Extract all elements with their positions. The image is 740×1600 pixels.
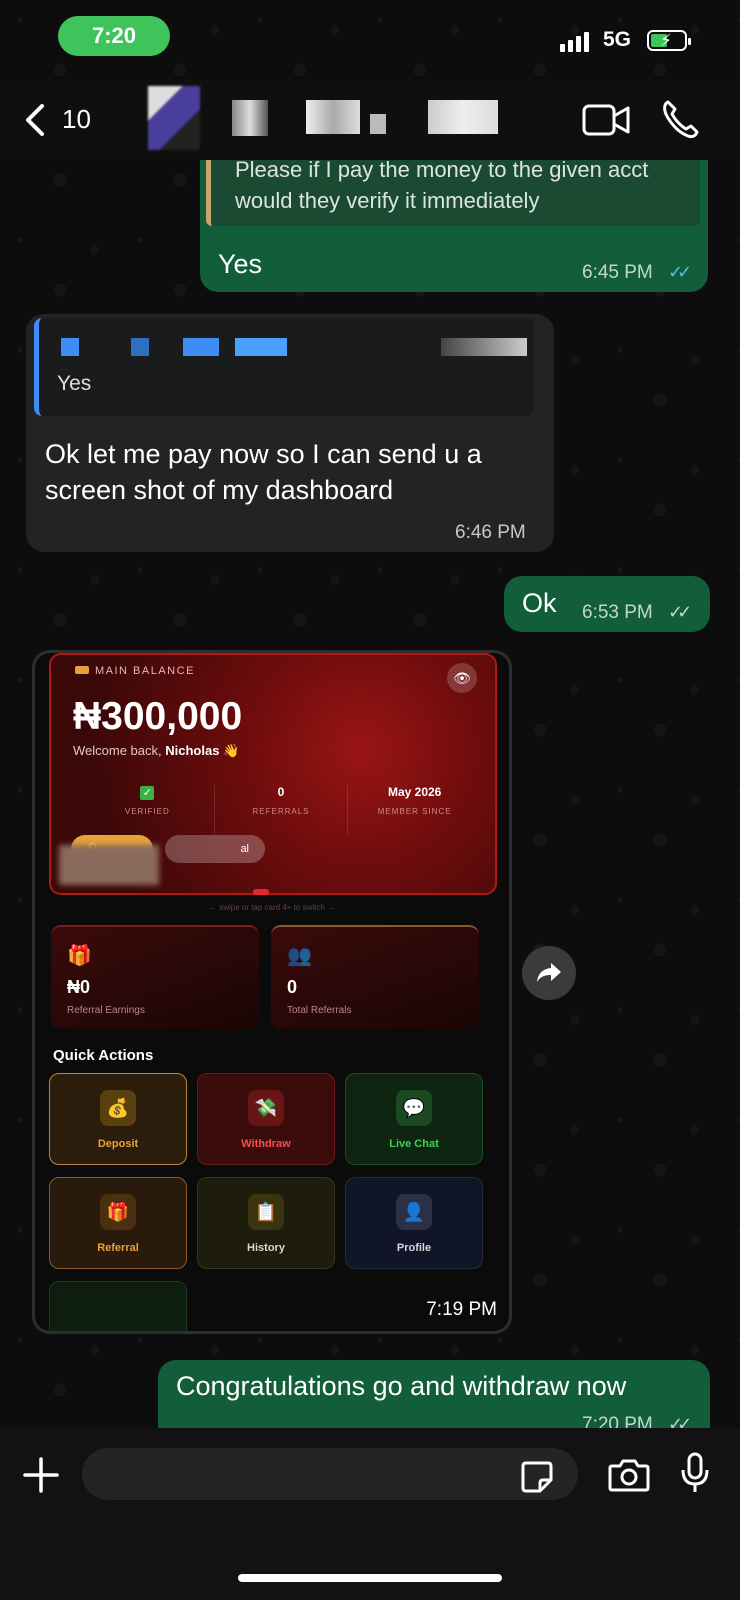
- microphone-icon[interactable]: [680, 1452, 710, 1494]
- stat-referrals: 0 REFERRALS: [215, 785, 349, 835]
- redacted-phone: [441, 338, 527, 356]
- plus-icon[interactable]: [22, 1456, 60, 1494]
- redacted-area: [59, 845, 159, 885]
- redacted-name[interactable]: [370, 114, 386, 134]
- message-text: Congratulations go and withdraw now: [176, 1371, 627, 1401]
- status-bar: 7:20 5G ⚡: [0, 0, 740, 80]
- network-type: 5G: [603, 28, 632, 51]
- quoted-message[interactable]: Yes: [34, 318, 534, 416]
- message-input[interactable]: [82, 1448, 578, 1500]
- clipboard-icon: 📋: [248, 1194, 284, 1230]
- redacted-sender: [183, 338, 219, 356]
- referral-earnings-card: 🎁 ₦0 Referral Earnings: [51, 925, 259, 1029]
- stat-verified: ✓ VERIFIED: [81, 785, 215, 835]
- phone-call-icon[interactable]: [660, 98, 700, 140]
- camera-icon[interactable]: [608, 1458, 650, 1492]
- quick-actions-title: Quick Actions: [53, 1047, 154, 1064]
- people-icon: 👥: [287, 945, 312, 967]
- quoted-message[interactable]: Please if I pay the money to the given a…: [206, 150, 700, 226]
- tile-partial: [49, 1281, 187, 1331]
- unread-count[interactable]: 10: [62, 104, 91, 135]
- eye-icon: 👁: [447, 663, 477, 693]
- delivered-receipt-icon: ✓✓: [668, 602, 692, 622]
- message-time: 6:46 PM: [455, 522, 526, 543]
- cash-icon: 💸: [248, 1090, 284, 1126]
- forward-button[interactable]: [522, 946, 576, 1000]
- balance-amount: ₦300,000: [73, 695, 243, 738]
- quoted-text: Yes: [57, 372, 92, 395]
- person-icon: 👤: [396, 1194, 432, 1230]
- message-time: 6:53 PM: [582, 602, 653, 623]
- tile-withdraw: 💸 Withdraw: [197, 1073, 335, 1165]
- video-call-icon[interactable]: [582, 100, 630, 140]
- redacted-name[interactable]: [232, 100, 268, 136]
- tile-profile: 👤 Profile: [345, 1177, 483, 1269]
- money-bag-icon: 💰: [100, 1090, 136, 1126]
- redacted-name[interactable]: [428, 100, 498, 134]
- signal-icon: [560, 30, 589, 52]
- message-text: Ok let me pay now so I can send u a scre…: [45, 439, 482, 505]
- gift-icon: 🎁: [100, 1194, 136, 1230]
- sticker-icon[interactable]: [520, 1460, 554, 1494]
- composer-bar: [0, 1428, 740, 1600]
- read-receipt-icon: ✓✓: [668, 262, 692, 282]
- redacted-name[interactable]: [306, 100, 360, 134]
- battery-icon: ⚡: [647, 30, 691, 51]
- chat-icon: 💬: [396, 1090, 432, 1126]
- balance-label: MAIN BALANCE: [75, 665, 195, 677]
- forward-icon: [537, 963, 561, 982]
- carousel-indicator: [253, 889, 269, 895]
- welcome-text: Welcome back, Nicholas 👋: [73, 743, 240, 758]
- message-time: 6:45 PM: [582, 262, 653, 283]
- chat-header: 10: [0, 80, 740, 160]
- check-icon: ✓: [140, 786, 155, 800]
- stats-row: ✓ VERIFIED 0 REFERRALS May 2026 MEMBER SINC…: [81, 785, 481, 835]
- redacted-sender: [131, 338, 149, 356]
- swipe-hint: ← swipe or tap card 4+ to switch →: [208, 903, 336, 912]
- status-time: 7:20: [58, 16, 170, 56]
- redacted-sender: [235, 338, 287, 356]
- gift-icon: 🎁: [67, 945, 92, 967]
- tile-referral: 🎁 Referral: [49, 1177, 187, 1269]
- pill-button: al: [165, 835, 265, 863]
- total-referrals-card: 👥 0 Total Referrals: [271, 925, 479, 1029]
- home-indicator[interactable]: [238, 1574, 502, 1582]
- stat-member-since: May 2026 MEMBER SINCE: [377, 785, 452, 816]
- message-text: Ok: [522, 588, 557, 618]
- contact-avatar[interactable]: [148, 86, 200, 150]
- back-chevron-icon[interactable]: [20, 100, 50, 140]
- quoted-text: Please if I pay the money to the given a…: [235, 157, 649, 213]
- image-message[interactable]: MAIN BALANCE 👁 ₦300,000 Welcome back, Ni…: [32, 650, 512, 1334]
- tile-live-chat: 💬 Live Chat: [345, 1073, 483, 1165]
- message-time: 7:19 PM: [426, 1299, 497, 1320]
- redacted-sender: [61, 338, 79, 356]
- message-text: Yes: [218, 249, 263, 279]
- tile-history: 📋 History: [197, 1177, 335, 1269]
- tile-deposit: 💰 Deposit: [49, 1073, 187, 1165]
